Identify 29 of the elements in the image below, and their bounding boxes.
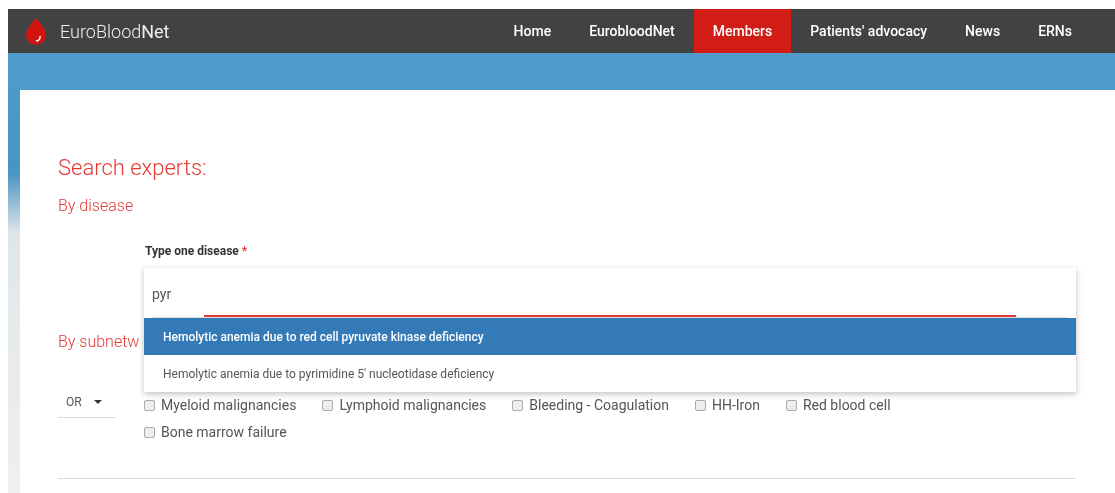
caret-icon — [93, 399, 102, 404]
site-logo-text[interactable]: EuroBloodNet — [60, 17, 170, 45]
section-heading: By disease — [58, 195, 134, 217]
checkbox[interactable] — [512, 399, 524, 411]
nav-link[interactable]: Home — [494, 9, 571, 53]
nav-link[interactable]: EurobloodNet — [570, 9, 694, 53]
page-heading: Search experts: — [58, 154, 207, 182]
checkbox-label: Red blood cell — [802, 396, 891, 414]
checkbox[interactable] — [785, 399, 797, 411]
checkbox-label: Myeloid malignancies — [161, 396, 297, 414]
field-label: Type one disease — [145, 243, 239, 260]
blood-drop-icon — [24, 17, 48, 45]
checkbox[interactable] — [322, 399, 334, 411]
required-mark: * — [241, 243, 248, 260]
checkbox-label: Lymphoid malignancies — [339, 396, 487, 414]
suggestion-item[interactable]: Hemolytic anemia due to red cell pyruvate kinase deficiency — [144, 318, 1076, 355]
nav-link[interactable]: ERNs — [1019, 9, 1091, 53]
nav-link[interactable]: Patients' advocacy — [791, 9, 947, 53]
suggestion-item[interactable]: Hemolytic anemia due to pyrimidine 5' nucleotidase deficiency — [144, 355, 1076, 392]
nav-link[interactable]: News — [946, 9, 1020, 53]
checkbox[interactable] — [694, 399, 706, 411]
checkbox-label: HH-Iron — [711, 396, 760, 414]
operator-select[interactable]: OR — [58, 386, 116, 418]
checkbox[interactable] — [144, 426, 155, 438]
checkbox-label: Bone marrow failure — [161, 423, 287, 441]
checkbox[interactable] — [144, 399, 155, 411]
checkbox-label: Bleeding - Coagulation — [529, 396, 669, 414]
nav-link[interactable]: Members — [693, 9, 792, 53]
section-heading: By subnetw — [58, 331, 140, 353]
